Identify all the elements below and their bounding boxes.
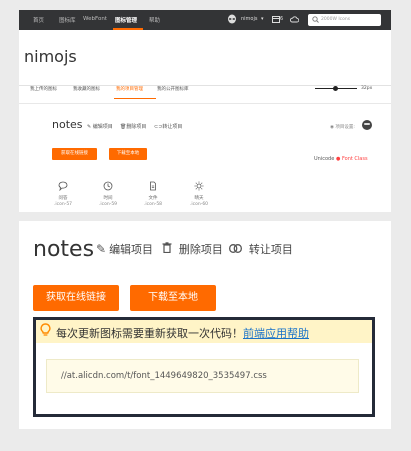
icon-name: 时间: [103, 196, 113, 201]
download-local-button[interactable]: 下载至本地: [109, 148, 147, 160]
tab-my-public-library[interactable]: 我的公开图标库: [157, 86, 189, 92]
project-settings[interactable]: ◉ 项目设置:: [330, 124, 355, 130]
clock-icon: [93, 181, 123, 193]
tab-my-favorites[interactable]: 我收藏的图标: [73, 86, 100, 92]
delete-project-label: 删除项目: [178, 243, 223, 256]
chat-bubble-icon: [48, 181, 78, 193]
icon-code: .icon-57: [53, 202, 73, 207]
edit-project-link[interactable]: ✎ 编辑项目: [87, 123, 113, 130]
search-input[interactable]: 2000W Icons: [308, 14, 381, 26]
pencil-icon: ✎: [96, 242, 107, 256]
css-link-url[interactable]: //at.alicdn.com/t/font_1449649820_353549…: [61, 371, 267, 381]
nav-item-home[interactable]: 首页: [33, 16, 44, 24]
zoomed-panel: notes ✎ 编辑项目 删除项目 转让项目 获取在线链接 下载至本地 每次更新图…: [19, 221, 391, 429]
delete-project-label: 删除项目: [126, 124, 147, 130]
file-icon: [138, 181, 168, 193]
avatar[interactable]: [362, 120, 372, 130]
project-card: notes ✎ 编辑项目 🗑删除项目 ⊂⊃转让项目 ◉ 项目设置: 获取在线链接…: [30, 104, 391, 212]
nav-item-icon-library[interactable]: 图标库: [59, 16, 76, 24]
icon-item-file[interactable]: 文件 .icon-58: [138, 181, 168, 207]
icon-item-sunny[interactable]: 晴天 .icon-60: [184, 181, 214, 207]
icon-name: 晴天: [194, 196, 204, 201]
project-settings-label: 项目设置:: [335, 125, 355, 130]
delete-project-link-zoomed[interactable]: 删除项目: [162, 241, 223, 257]
box-icon[interactable]: [272, 15, 280, 25]
transfer-project-label: 转让项目: [248, 243, 293, 256]
transfer-project-link[interactable]: ⊂⊃转让项目: [154, 123, 182, 130]
project-count-badge: 6: [280, 16, 284, 22]
tab-font-class[interactable]: ● Font Class: [336, 156, 368, 162]
nav-item-icon-manage[interactable]: 图标管理: [115, 16, 137, 24]
tab-my-projects[interactable]: 我的项目管理: [116, 86, 143, 92]
tab-font-class-label: Font Class: [341, 156, 368, 162]
trash-icon: [162, 242, 176, 256]
tab-active-indicator: [114, 98, 156, 99]
pencil-icon: ✎: [87, 124, 92, 130]
icon-name: 问答: [58, 196, 68, 201]
project-name-zoomed: notes: [33, 237, 95, 262]
get-online-link-button-zoomed[interactable]: 获取在线链接: [33, 285, 119, 311]
page-title: nimojs: [24, 47, 77, 66]
top-nav-bar: 首页 图标库 WebFont 图标管理 帮助 nimojs ▾ 6 2000W …: [19, 10, 391, 30]
edit-project-label: 编辑项目: [109, 243, 154, 256]
screenshot-panel: 首页 图标库 WebFont 图标管理 帮助 nimojs ▾ 6 2000W …: [19, 10, 391, 212]
css-link-box[interactable]: //at.alicdn.com/t/font_1449649820_353549…: [46, 359, 359, 393]
project-name: notes: [52, 118, 83, 131]
chevron-down-icon[interactable]: ▾: [261, 16, 264, 22]
slider-handle[interactable]: [333, 85, 338, 91]
tab-my-uploads[interactable]: 我上传的图标: [30, 86, 57, 92]
notice-text: 每次更新图标需要重新获取一次代码！前端应用帮助: [56, 325, 309, 341]
transfer-project-label: 转让项目: [162, 124, 183, 130]
cloud-icon[interactable]: [289, 16, 300, 25]
search-placeholder: 2000W Icons: [321, 17, 351, 22]
tab-unicode[interactable]: Unicode: [314, 156, 334, 162]
eye-icon: ◉: [330, 125, 334, 130]
code-notice-panel: 每次更新图标需要重新获取一次代码！前端应用帮助 //at.alicdn.com/…: [33, 317, 375, 417]
search-icon[interactable]: [312, 16, 319, 25]
icon-name: 文件: [148, 196, 158, 201]
icon-code: .icon-59: [98, 202, 118, 207]
get-online-link-button[interactable]: 获取在线链接: [52, 148, 97, 160]
link-icon: [229, 242, 246, 256]
icon-code: .icon-60: [189, 202, 209, 207]
edit-project-link-zoomed[interactable]: ✎ 编辑项目: [96, 241, 153, 257]
edit-project-label: 编辑项目: [92, 124, 113, 130]
delete-project-link[interactable]: 🗑删除项目: [120, 123, 146, 130]
alien-logo-icon: [227, 14, 237, 26]
lightbulb-icon: [40, 323, 51, 341]
frontend-help-link[interactable]: 前端应用帮助: [243, 327, 309, 340]
nav-active-indicator: [113, 28, 143, 30]
icon-size-value: 32px: [361, 86, 373, 91]
sun-icon: [184, 181, 214, 193]
icon-code: .icon-58: [143, 202, 163, 207]
user-name[interactable]: nimojs: [241, 16, 257, 22]
nav-item-help[interactable]: 帮助: [149, 16, 160, 24]
transfer-project-link-zoomed[interactable]: 转让项目: [229, 241, 293, 257]
download-local-button-zoomed[interactable]: 下载至本地: [130, 285, 216, 311]
nav-item-webfont[interactable]: WebFont: [83, 16, 107, 22]
icon-item-time[interactable]: 时间 .icon-59: [93, 181, 123, 207]
icon-item-qa[interactable]: 问答 .icon-57: [48, 181, 78, 207]
notice-bar: 每次更新图标需要重新获取一次代码！前端应用帮助: [36, 320, 372, 343]
notice-message: 每次更新图标需要重新获取一次代码！: [56, 327, 243, 340]
